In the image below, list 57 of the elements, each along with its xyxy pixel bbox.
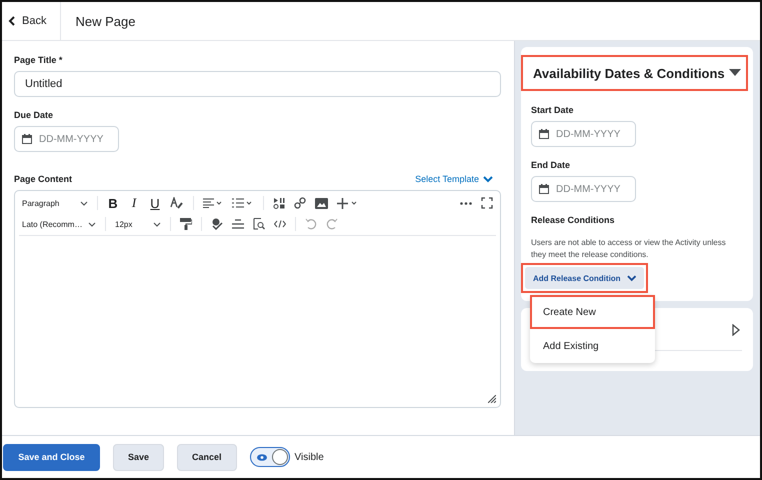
paint-roller-icon[interactable] — [180, 218, 192, 230]
visibility-toggle[interactable] — [250, 447, 290, 467]
font-select[interactable]: Lato (Recomm… — [22, 220, 96, 228]
code-icon[interactable] — [274, 220, 286, 228]
field-label: Due Date — [14, 110, 54, 120]
caret-down-icon — [153, 222, 161, 226]
field-label: End Date — [531, 160, 570, 170]
chevron-down-icon — [626, 274, 636, 282]
save-and-close-button[interactable]: Save and Close — [3, 444, 100, 470]
underline-button[interactable]: U — [149, 196, 161, 210]
field-label: Page Title * — [14, 55, 62, 65]
date-field[interactable]: DD-MM-YYYY — [14, 126, 119, 152]
block-format-select[interactable]: Paragraph — [22, 198, 88, 208]
date-field[interactable]: DD-MM-YYYY — [531, 176, 636, 202]
chevron-down-icon — [483, 176, 493, 182]
more-icon[interactable] — [460, 202, 472, 204]
bold-button[interactable]: B — [107, 196, 119, 210]
horizontal-rule-icon[interactable] — [232, 219, 244, 229]
title-field[interactable]: Untitled — [14, 71, 501, 97]
field-label: Page Content — [14, 174, 72, 184]
field-label: Start Date — [531, 105, 574, 115]
italic-button[interactable]: I — [128, 195, 140, 211]
resize-handle-icon[interactable] — [488, 395, 496, 403]
back-icon — [8, 16, 16, 26]
date-field[interactable]: DD-MM-YYYY — [531, 121, 636, 147]
visibility-label: Visible — [294, 452, 324, 462]
caret-right-icon[interactable] — [732, 324, 740, 336]
footer-button[interactable]: Save — [113, 444, 164, 470]
media-icon[interactable] — [273, 197, 285, 209]
calendar-icon — [22, 134, 32, 144]
release-description: Users are not able to access or view the Activity unless they meet the release conditions. — [531, 237, 727, 261]
caret-down-icon — [88, 222, 96, 226]
availability-header[interactable]: Availability Dates & Conditions — [521, 55, 748, 91]
menu-item[interactable]: Create New — [530, 295, 655, 329]
caret-down-icon — [80, 200, 88, 206]
eye-icon — [256, 454, 267, 460]
calendar-icon — [539, 184, 549, 194]
fullscreen-icon[interactable] — [481, 197, 493, 209]
add-release-condition-button[interactable]: Add Release Condition — [525, 267, 644, 289]
menu-item[interactable]: Add Existing — [530, 329, 655, 363]
list-icon[interactable] — [232, 198, 254, 208]
spellcheck-icon[interactable] — [211, 218, 223, 230]
link-icon[interactable] — [294, 197, 306, 209]
footer-button[interactable]: Cancel — [177, 444, 237, 470]
caret-down-icon — [729, 69, 741, 77]
calendar-icon — [539, 129, 549, 139]
section-heading: Release Conditions — [531, 215, 615, 225]
select-template-link[interactable]: Select Template — [415, 174, 493, 184]
image-icon[interactable] — [315, 198, 328, 208]
insert-icon[interactable] — [337, 198, 359, 208]
text-color-icon[interactable] — [170, 197, 184, 209]
font-size-select[interactable]: 12px — [115, 220, 161, 228]
preview-icon[interactable] — [253, 218, 265, 230]
page-title: New Page — [75, 14, 136, 28]
align-icon[interactable] — [203, 198, 223, 208]
rich-text-editor[interactable]: Paragraph B I U Lato (Recomm… 12px — [14, 190, 501, 408]
back-button[interactable]: Back — [2, 2, 62, 40]
